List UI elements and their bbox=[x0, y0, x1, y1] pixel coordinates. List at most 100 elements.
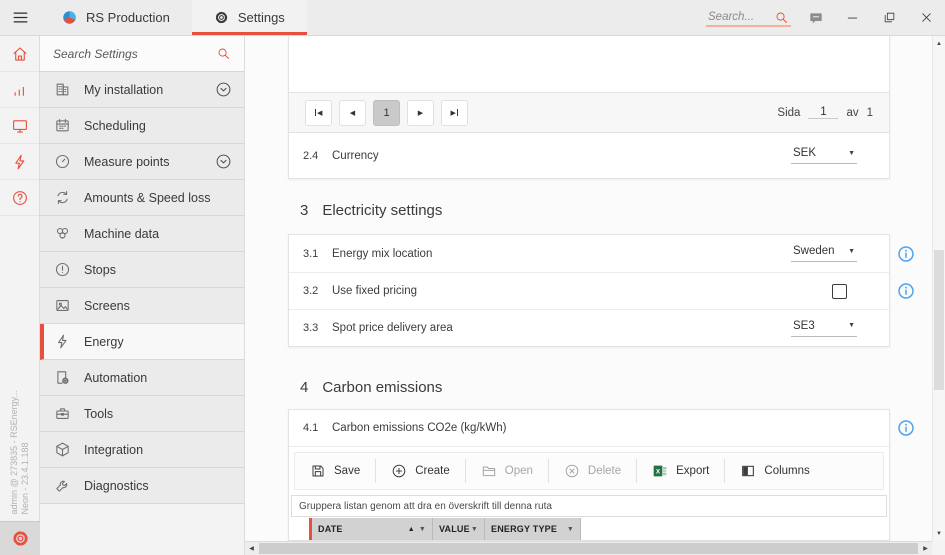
sidebar-item-diagnostics[interactable]: Diagnostics bbox=[40, 468, 244, 504]
sidebar-item-screens[interactable]: Screens bbox=[40, 288, 244, 324]
document-gear-icon bbox=[54, 369, 71, 386]
first-page-button[interactable]: ◀ bbox=[305, 100, 332, 126]
current-page-button[interactable]: 1 bbox=[373, 100, 400, 126]
currency-dropdown[interactable]: SEK ▼ bbox=[791, 147, 857, 164]
section3-heading: 3 Electricity settings bbox=[288, 202, 890, 219]
setting-row-currency: 2.4 Currency SEK ▼ bbox=[289, 133, 889, 178]
column-header-date[interactable]: DATE ▲ ▼ bbox=[309, 518, 433, 540]
scroll-right-arrow[interactable]: ▶ bbox=[919, 542, 932, 555]
section-number: 3 bbox=[300, 202, 308, 219]
home-icon[interactable] bbox=[0, 36, 39, 72]
restore-button[interactable] bbox=[871, 0, 908, 35]
energy-mix-location-dropdown[interactable]: Sweden ▼ bbox=[791, 245, 857, 262]
analytics-icon[interactable] bbox=[0, 72, 39, 108]
feedback-icon[interactable] bbox=[797, 0, 834, 35]
caret-down-icon: ▼ bbox=[848, 322, 855, 329]
sidebar-item-measure-points[interactable]: Measure points bbox=[40, 144, 244, 180]
open-button[interactable]: Open bbox=[466, 463, 548, 479]
sidebar-item-scheduling[interactable]: Scheduling bbox=[40, 108, 244, 144]
sort-asc-icon[interactable]: ▲ bbox=[408, 526, 415, 533]
groupby-hint-text: Gruppera listan genom att dra en överskr… bbox=[299, 501, 552, 512]
scroll-down-arrow[interactable]: ▼ bbox=[933, 527, 945, 540]
close-button[interactable] bbox=[908, 0, 945, 35]
chevron-down-circle-icon[interactable] bbox=[215, 153, 232, 170]
vertical-scrollbar[interactable]: ▲ ▼ bbox=[932, 36, 945, 541]
sidebar-item-machine-data[interactable]: Machine data bbox=[40, 216, 244, 252]
sidebar-item-label: Energy bbox=[84, 335, 232, 349]
hamburger-menu-icon[interactable] bbox=[0, 0, 40, 35]
sidebar-item-stops[interactable]: Stops bbox=[40, 252, 244, 288]
tab-settings[interactable]: Settings bbox=[192, 0, 307, 35]
gauge-icon bbox=[54, 153, 71, 170]
save-button[interactable]: Save bbox=[295, 463, 375, 479]
search-icon[interactable] bbox=[774, 10, 789, 25]
column-header-energy-type[interactable]: ENERGY TYPE ▼ bbox=[485, 518, 581, 540]
delete-button[interactable]: Delete bbox=[549, 463, 636, 479]
setting-row-energy-mix: 3.1 Energy mix location Sweden ▼ bbox=[289, 235, 889, 272]
setting-label: Energy mix location bbox=[332, 248, 432, 260]
caret-down-icon: ▼ bbox=[848, 150, 855, 157]
global-search-input[interactable] bbox=[708, 11, 770, 23]
buildings-icon bbox=[54, 81, 71, 98]
info-icon[interactable] bbox=[897, 419, 915, 437]
image-icon bbox=[54, 297, 71, 314]
energy-bolt-icon[interactable] bbox=[0, 144, 39, 180]
column-header-value[interactable]: VALUE ▼ bbox=[433, 518, 485, 540]
alert-circle-icon bbox=[54, 261, 71, 278]
spot-price-area-dropdown[interactable]: SE3 ▼ bbox=[791, 320, 857, 337]
monitor-icon[interactable] bbox=[0, 108, 39, 144]
save-icon bbox=[310, 463, 326, 479]
prev-page-button[interactable]: ◀ bbox=[339, 100, 366, 126]
sidebar-item-integration[interactable]: Integration bbox=[40, 432, 244, 468]
sidebar-item-tools[interactable]: Tools bbox=[40, 396, 244, 432]
filter-icon[interactable]: ▼ bbox=[471, 526, 478, 533]
session-version-text: Neon - 23.4.1.188 bbox=[20, 390, 31, 515]
setting-row-carbon-emissions: 4.1 Carbon emissions CO2e (kg/kWh) bbox=[289, 410, 889, 447]
tab-rs-production[interactable]: RS Production bbox=[40, 0, 192, 35]
vertical-scroll-thumb[interactable] bbox=[934, 250, 944, 390]
horizontal-scrollbar[interactable]: ◀ ▶ bbox=[245, 541, 932, 555]
use-fixed-pricing-checkbox[interactable] bbox=[832, 284, 847, 299]
chevron-down-circle-icon[interactable] bbox=[215, 81, 232, 98]
of-label: av bbox=[846, 107, 858, 119]
columns-icon bbox=[740, 463, 756, 479]
sidebar-search-input[interactable] bbox=[53, 47, 208, 61]
refresh-icon bbox=[54, 189, 71, 206]
sidebar-search bbox=[40, 36, 244, 72]
sidebar-item-label: Stops bbox=[84, 263, 232, 277]
setting-label: Use fixed pricing bbox=[332, 285, 417, 297]
sidebar-item-automation[interactable]: Automation bbox=[40, 360, 244, 396]
section2-card: ◀ ◀ 1 ▶ ▶ Sida av 1 2.4 Currency SEK ▼ bbox=[288, 36, 890, 179]
session-info: admin @ 273835 - RSEnergy... Neon - 23.4… bbox=[0, 345, 40, 515]
groupby-dropzone[interactable]: Gruppera listan genom att dra en överskr… bbox=[291, 495, 887, 517]
last-page-button[interactable]: ▶ bbox=[441, 100, 468, 126]
energy-bolt-icon bbox=[54, 333, 71, 350]
filter-icon[interactable]: ▼ bbox=[419, 526, 426, 533]
page-number-input[interactable] bbox=[808, 106, 838, 119]
next-page-button[interactable]: ▶ bbox=[407, 100, 434, 126]
global-search bbox=[706, 9, 791, 27]
horizontal-scroll-thumb[interactable] bbox=[259, 543, 918, 554]
icon-rail: admin @ 273835 - RSEnergy... Neon - 23.4… bbox=[0, 36, 40, 555]
export-button[interactable]: X Export bbox=[637, 463, 724, 479]
sidebar-item-energy[interactable]: Energy bbox=[40, 324, 244, 360]
info-icon[interactable] bbox=[897, 245, 915, 263]
machine-data-icon bbox=[54, 225, 71, 242]
search-icon[interactable] bbox=[216, 46, 231, 61]
sidebar-item-amounts-speed-loss[interactable]: Amounts & Speed loss bbox=[40, 180, 244, 216]
columns-button[interactable]: Columns bbox=[725, 463, 824, 479]
session-user-text: admin @ 273835 - RSEnergy... bbox=[9, 390, 20, 515]
settings-gear-icon[interactable] bbox=[0, 521, 40, 555]
sidebar-item-label: My installation bbox=[84, 83, 202, 97]
create-button[interactable]: Create bbox=[376, 463, 465, 479]
setting-label: Currency bbox=[332, 150, 379, 162]
filter-icon[interactable]: ▼ bbox=[567, 526, 574, 533]
minimize-button[interactable] bbox=[834, 0, 871, 35]
scroll-left-arrow[interactable]: ◀ bbox=[245, 542, 258, 555]
scroll-up-arrow[interactable]: ▲ bbox=[933, 37, 945, 50]
info-icon[interactable] bbox=[897, 282, 915, 300]
grid-toolbar: Save Create Open Delete bbox=[294, 452, 884, 490]
sidebar-item-my-installation[interactable]: My installation bbox=[40, 72, 244, 108]
help-icon[interactable] bbox=[0, 180, 39, 216]
plus-circle-icon bbox=[391, 463, 407, 479]
